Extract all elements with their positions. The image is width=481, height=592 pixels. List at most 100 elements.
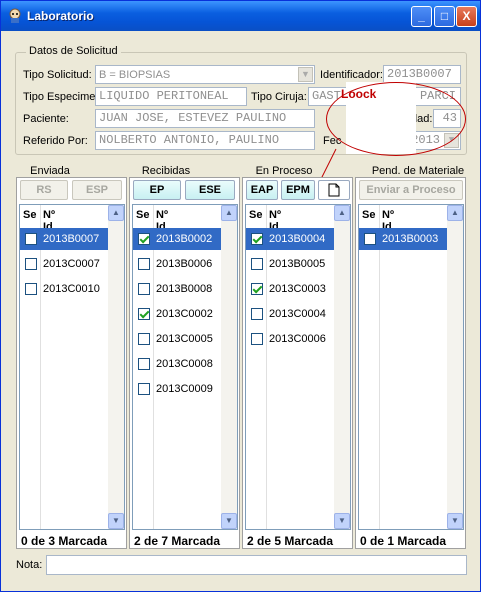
col-se-header: Se xyxy=(249,209,263,221)
recibidas-list[interactable]: Se Nº Id. 2013B0002 2013B0006 2013B0008 2… xyxy=(132,204,238,530)
vertical-scrollbar[interactable]: ▲ ▼ xyxy=(334,205,350,529)
nota-label: Nota: xyxy=(16,559,43,571)
referido-field[interactable]: NOLBERTO ANTONIO, PAULINO xyxy=(95,131,315,150)
row-id: 2013C0002 xyxy=(156,308,213,320)
row-id: 2013B0008 xyxy=(156,283,213,295)
laboratorio-window: Laboratorio _ □ X Datos de Solicitud Tip… xyxy=(0,0,481,592)
row-checkbox[interactable] xyxy=(138,383,150,395)
enviar-a-proceso-button[interactable]: Enviar a Proceso xyxy=(359,180,463,200)
row-checkbox[interactable] xyxy=(251,233,263,245)
row-checkbox[interactable] xyxy=(25,233,37,245)
recibidas-panel: EP ESE Se Nº Id. 2013B0002 2013B0006 2013… xyxy=(129,177,240,549)
row-checkbox[interactable] xyxy=(364,233,376,245)
rs-button[interactable]: RS xyxy=(20,180,68,200)
en-proceso-title: En Proceso xyxy=(255,165,313,177)
eap-button[interactable]: EAP xyxy=(246,180,278,200)
row-checkbox[interactable] xyxy=(25,283,37,295)
close-button[interactable]: X xyxy=(456,6,477,27)
list-item[interactable]: 2013C0010 xyxy=(20,278,109,300)
scroll-down-icon[interactable]: ▼ xyxy=(447,513,463,529)
epm-button[interactable]: EPM xyxy=(281,180,315,200)
list-item[interactable]: 2013B0005 xyxy=(246,253,335,275)
row-checkbox[interactable] xyxy=(251,308,263,320)
en-proceso-list[interactable]: Se Nº Id. 2013B0004 2013B0005 2013C0003 2… xyxy=(245,204,351,530)
scroll-up-icon[interactable]: ▲ xyxy=(108,205,124,221)
en-proceso-panel: EAP EPM Se Nº Id. 2013B0004 2013B0005 201… xyxy=(242,177,353,549)
row-id: 2013C0007 xyxy=(43,258,100,270)
scroll-up-icon[interactable]: ▲ xyxy=(334,205,350,221)
app-icon xyxy=(9,8,21,23)
list-item[interactable]: 2013C0005 xyxy=(133,328,222,350)
list-item[interactable]: 2013B0003 xyxy=(359,228,448,250)
pendiente-panel: Enviar a Proceso Se Nº Id. 2013B0003 ▲ ▼ … xyxy=(355,177,466,549)
row-checkbox[interactable] xyxy=(138,333,150,345)
row-checkbox[interactable] xyxy=(251,258,263,270)
list-item[interactable]: 2013C0009 xyxy=(133,378,222,400)
maximize-button[interactable]: □ xyxy=(434,6,455,27)
list-item[interactable]: 2013B0002 xyxy=(133,228,222,250)
row-checkbox[interactable] xyxy=(251,333,263,345)
list-item[interactable]: 2013C0003 xyxy=(246,278,335,300)
row-id: 2013C0010 xyxy=(43,283,100,295)
list-item[interactable]: 2013B0007 xyxy=(20,228,109,250)
document-button[interactable] xyxy=(318,180,350,200)
enviada-count: 0 de 3 Marcada xyxy=(21,534,108,548)
row-checkbox[interactable] xyxy=(138,233,150,245)
row-checkbox[interactable] xyxy=(138,308,150,320)
row-id: 2013C0005 xyxy=(156,333,213,345)
row-checkbox[interactable] xyxy=(138,258,150,270)
row-id: 2013B0006 xyxy=(156,258,213,270)
enviada-list[interactable]: Se Nº Id. 2013B0007 2013C0007 2013C0010 ▲… xyxy=(19,204,125,530)
document-icon xyxy=(328,183,340,197)
row-id: 2013C0004 xyxy=(269,308,326,320)
scroll-down-icon[interactable]: ▼ xyxy=(108,513,124,529)
paciente-field[interactable]: JUAN JOSE, ESTEVEZ PAULINO xyxy=(95,109,315,128)
vertical-scrollbar[interactable]: ▲ ▼ xyxy=(447,205,463,529)
list-item[interactable]: 2013B0004 xyxy=(246,228,335,250)
scroll-up-icon[interactable]: ▲ xyxy=(221,205,237,221)
ese-button[interactable]: ESE xyxy=(185,180,235,200)
nota-field[interactable] xyxy=(46,555,467,575)
chevron-down-icon[interactable]: ▼ xyxy=(298,67,313,82)
row-id: 2013C0003 xyxy=(269,283,326,295)
list-item[interactable]: 2013C0006 xyxy=(246,328,335,350)
row-id: 2013B0005 xyxy=(269,258,326,270)
pendiente-title: Pend. de Materiale xyxy=(371,165,465,177)
tipo-solicitud-value: B = BIOPSIAS xyxy=(99,69,171,81)
list-item[interactable]: 2013C0004 xyxy=(246,303,335,325)
pendiente-count: 0 de 1 Marcada xyxy=(360,534,447,548)
vertical-scrollbar[interactable]: ▲ ▼ xyxy=(221,205,237,529)
tipo-solicitud-label: Tipo Solicitud: xyxy=(23,69,92,81)
scroll-down-icon[interactable]: ▼ xyxy=(334,513,350,529)
row-checkbox[interactable] xyxy=(25,258,37,270)
col-se-header: Se xyxy=(362,209,376,221)
list-item[interactable]: 2013C0007 xyxy=(20,253,109,275)
row-checkbox[interactable] xyxy=(251,283,263,295)
tipo-especimen-field[interactable]: LIQUIDO PERITONEAL xyxy=(95,87,247,106)
minimize-button[interactable]: _ xyxy=(411,6,432,27)
ep-button[interactable]: EP xyxy=(133,180,181,200)
vertical-scrollbar[interactable]: ▲ ▼ xyxy=(108,205,124,529)
list-item[interactable]: 2013B0008 xyxy=(133,278,222,300)
row-checkbox[interactable] xyxy=(138,358,150,370)
list-item[interactable]: 2013C0002 xyxy=(133,303,222,325)
esp-button[interactable]: ESP xyxy=(72,180,122,200)
scroll-up-icon[interactable]: ▲ xyxy=(447,205,463,221)
row-checkbox[interactable] xyxy=(138,283,150,295)
tipo-especimen-label: Tipo Especimen xyxy=(23,91,102,103)
tipo-cirugia-label: Tipo Ciruja: xyxy=(251,91,307,103)
solicitud-group-title: Datos de Solicitud xyxy=(26,45,121,57)
row-id: 2013C0008 xyxy=(156,358,213,370)
title-bar[interactable]: Laboratorio _ □ X xyxy=(1,1,480,31)
scroll-down-icon[interactable]: ▼ xyxy=(221,513,237,529)
paciente-label: Paciente: xyxy=(23,113,69,125)
pendiente-list[interactable]: Se Nº Id. 2013B0003 ▲ ▼ xyxy=(358,204,464,530)
list-item[interactable]: 2013C0008 xyxy=(133,353,222,375)
window-title: Laboratorio xyxy=(27,9,94,23)
enviada-panel: RS ESP Se Nº Id. 2013B0007 2013C0007 2013… xyxy=(16,177,127,549)
col-se-header: Se xyxy=(136,209,150,221)
referido-label: Referido Por: xyxy=(23,135,88,147)
tipo-solicitud-select[interactable]: B = BIOPSIAS ▼ xyxy=(95,65,315,84)
list-item[interactable]: 2013B0006 xyxy=(133,253,222,275)
row-id: 2013B0003 xyxy=(382,233,439,245)
